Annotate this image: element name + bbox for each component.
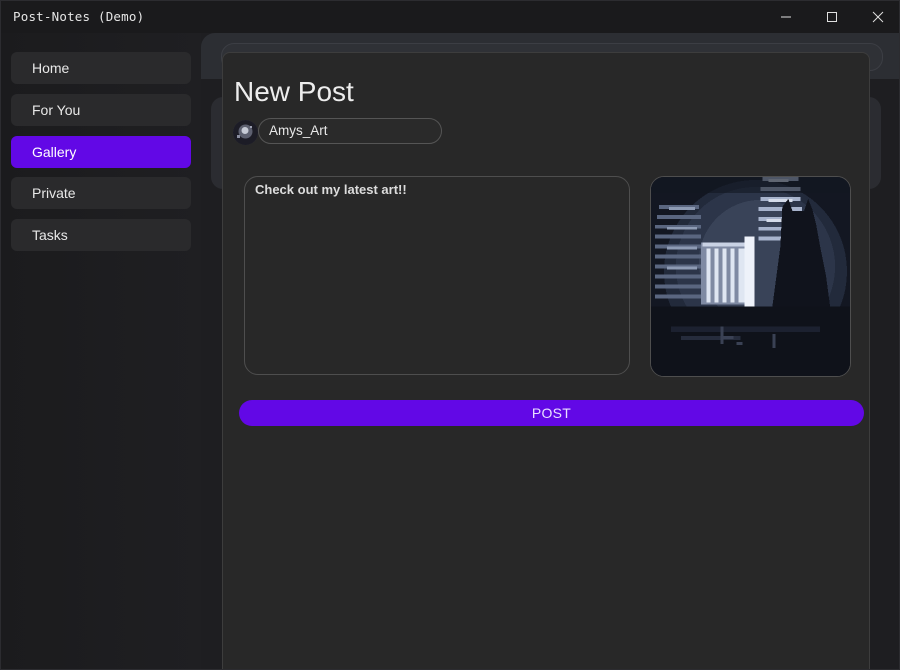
window-controls bbox=[763, 1, 899, 33]
maximize-icon bbox=[827, 12, 837, 22]
sidebar-item-label: For You bbox=[32, 102, 81, 118]
sidebar: Home For You Gallery Private Tasks bbox=[1, 33, 201, 669]
post-button[interactable]: POST bbox=[239, 400, 864, 426]
sidebar-item-label: Tasks bbox=[32, 227, 68, 243]
minimize-button[interactable] bbox=[763, 1, 809, 33]
close-icon bbox=[872, 11, 884, 23]
avatar-image bbox=[233, 120, 258, 145]
new-post-dialog: New Post Amys_Art Check out my latest ar… bbox=[222, 52, 870, 669]
sidebar-item-label: Gallery bbox=[32, 144, 77, 160]
app-window: Post-Notes (Demo) Home For You Gallery P… bbox=[0, 0, 900, 670]
sidebar-item-home[interactable]: Home bbox=[11, 52, 191, 84]
avatar bbox=[233, 120, 258, 145]
pixel-art-image bbox=[651, 177, 850, 376]
sidebar-item-private[interactable]: Private bbox=[11, 177, 191, 209]
title-bar: Post-Notes (Demo) bbox=[1, 1, 899, 33]
sidebar-item-gallery[interactable]: Gallery bbox=[11, 136, 191, 168]
close-button[interactable] bbox=[855, 1, 899, 33]
sidebar-item-label: Home bbox=[32, 60, 70, 76]
sidebar-item-tasks[interactable]: Tasks bbox=[11, 219, 191, 251]
window-title: Post-Notes (Demo) bbox=[13, 9, 145, 24]
minimize-icon bbox=[781, 16, 791, 18]
sidebar-item-for-you[interactable]: For You bbox=[11, 94, 191, 126]
dialog-title: New Post bbox=[234, 76, 354, 107]
sidebar-item-label: Private bbox=[32, 185, 76, 201]
username-field[interactable]: Amys_Art bbox=[258, 118, 442, 144]
post-text-input[interactable]: Check out my latest art!! bbox=[244, 176, 630, 375]
post-image-preview[interactable] bbox=[650, 176, 851, 377]
maximize-button[interactable] bbox=[809, 1, 855, 33]
